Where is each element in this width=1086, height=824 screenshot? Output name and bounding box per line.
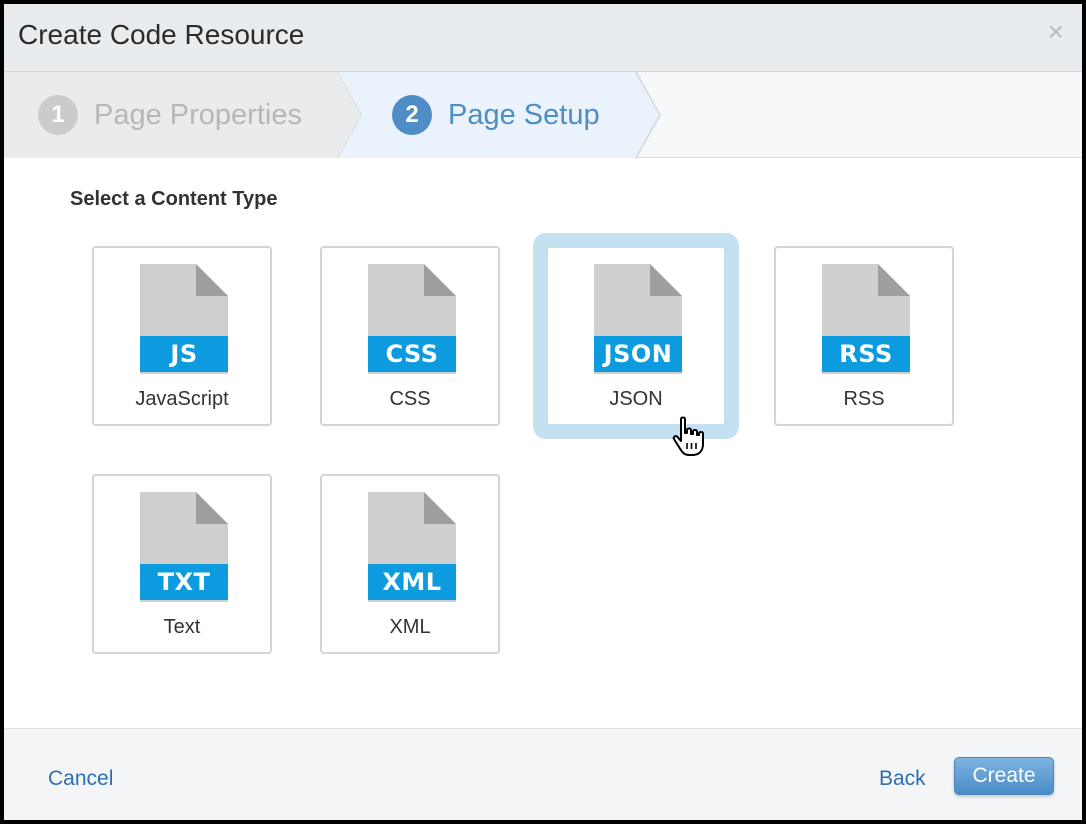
step-number: 2	[392, 95, 432, 135]
content-type-css[interactable]: CSS CSS	[320, 246, 500, 426]
step-page-properties[interactable]: 1 Page Properties	[38, 72, 302, 158]
step-number: 1	[38, 95, 78, 135]
step-label: Page Setup	[448, 98, 600, 131]
tile-label: CSS	[389, 388, 431, 410]
cancel-button[interactable]: Cancel	[48, 767, 113, 791]
tile-label: Text	[163, 616, 201, 638]
section-label: Select a Content Type	[70, 188, 278, 210]
content-type-json[interactable]: JSON JSON	[546, 246, 726, 426]
tile-label: RSS	[843, 388, 885, 410]
create-button[interactable]: Create	[954, 757, 1054, 795]
dialog-title: Create Code Resource	[18, 19, 305, 50]
hand-cursor-icon	[672, 416, 704, 456]
content-type-xml[interactable]: XML XML	[320, 474, 500, 654]
file-type-badge: XML	[368, 564, 456, 600]
close-icon[interactable]: ×	[1048, 18, 1064, 46]
content-type-rss[interactable]: RSS RSS	[774, 246, 954, 426]
wizard-steps: 1 Page Properties 2 Page Setup	[4, 72, 1082, 158]
tile-label: JavaScript	[135, 388, 229, 410]
tile-label: JSON	[609, 388, 663, 410]
file-type-badge: JSON	[594, 336, 682, 372]
content-type-javascript[interactable]: JS JavaScript	[92, 246, 272, 426]
back-button[interactable]: Back	[879, 767, 926, 791]
step-page-setup[interactable]: 2 Page Setup	[392, 72, 600, 158]
tile-label: XML	[389, 616, 431, 638]
file-type-badge: RSS	[822, 336, 910, 372]
dialog-footer: Cancel Back Create	[4, 728, 1082, 820]
step-label: Page Properties	[94, 98, 302, 131]
create-code-resource-dialog: Create Code Resource × 1 Page Properties…	[4, 4, 1082, 820]
file-type-badge: CSS	[368, 336, 456, 372]
dialog-header: Create Code Resource ×	[4, 4, 1082, 72]
file-type-badge: JS	[140, 336, 228, 372]
file-type-badge: TXT	[140, 564, 228, 600]
content-type-text[interactable]: TXT Text	[92, 474, 272, 654]
